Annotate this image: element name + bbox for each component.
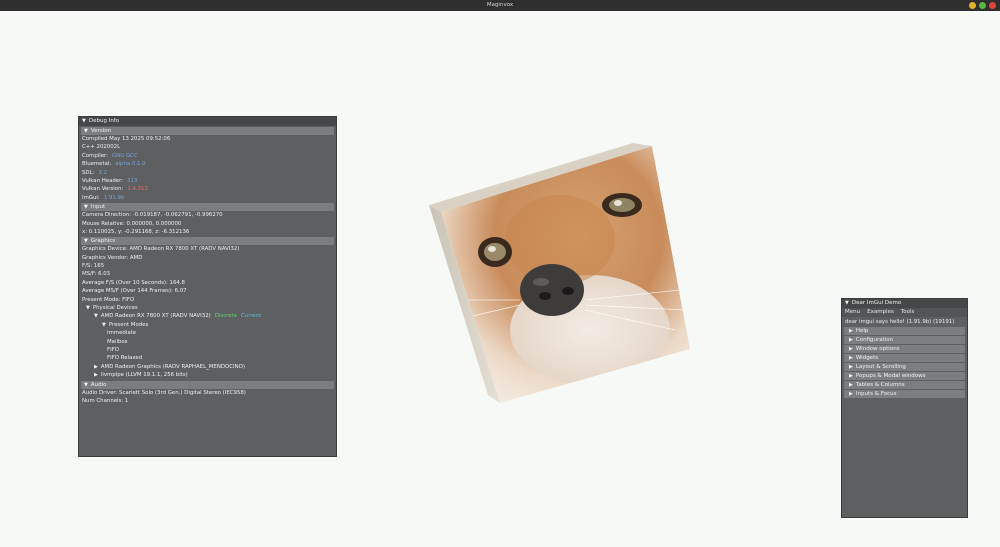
section-widgets[interactable]: ▶ Widgets xyxy=(844,354,965,363)
section-popups-modal[interactable]: ▶ Popups & Modal windows xyxy=(844,372,965,381)
compiled-text: Compiled May 13 2025 09:52:06 xyxy=(82,136,171,142)
present-mode-item: FIFO Relaxed xyxy=(107,355,143,362)
bluemetal-row: Bluemetal: alpha 0.1.0 xyxy=(82,161,146,168)
menu-item-examples[interactable]: Examples xyxy=(867,309,894,315)
expanded-triangle-icon: ▼ xyxy=(102,321,106,328)
collapse-triangle-icon[interactable]: ▼ xyxy=(82,118,86,124)
graphics-section-header[interactable]: ▼ Graphics xyxy=(81,237,334,246)
gpu-node-llvmpipe[interactable]: ▶ llvmpipe (LLVM 19.1.1, 256 bits) xyxy=(79,371,336,379)
average-msf-text: Average MS/F (Over 144 Frames): 6.07 xyxy=(82,288,187,295)
version-section-header[interactable]: ▼ Version xyxy=(81,127,334,135)
collapsed-triangle-icon: ▶ xyxy=(849,364,853,371)
gpu-node-raphael[interactable]: ▶ AMD Radeon Graphics (RADV RAPHAEL_MENDO… xyxy=(79,363,336,371)
collapsed-triangle-icon: ▶ xyxy=(849,346,853,353)
audio-section-header[interactable]: ▼ Audio xyxy=(81,380,334,389)
collapsed-triangle-icon: ▶ xyxy=(94,372,98,379)
present-mode-item: Immediate xyxy=(107,330,137,337)
sdl-row: SDL: 3.2 xyxy=(82,169,107,176)
discrete-badge: Discrete xyxy=(214,313,238,320)
section-window-options[interactable]: ▶ Window options xyxy=(844,345,965,354)
vulkan-header-row: Vulkan Header: 313 xyxy=(82,177,138,184)
num-channels-text: Num Channels: 1 xyxy=(82,397,129,404)
imgui-demo-titlebar[interactable]: ▼ Dear ImGui Demo xyxy=(842,299,967,308)
collapse-triangle-icon[interactable]: ▼ xyxy=(845,300,849,306)
imgui-demo-window[interactable]: ▼ Dear ImGui Demo Menu Examples Tools dear … xyxy=(841,298,968,518)
expanded-triangle-icon: ▼ xyxy=(86,305,90,312)
menu-item-menu[interactable]: Menu xyxy=(845,309,860,315)
section-layout-scrolling[interactable]: ▶ Layout & Scrolling xyxy=(844,363,965,372)
vulkan-version-row: Vulkan Version: 1.4.313 xyxy=(82,186,148,193)
compiler-row: Compiler: GNU GCC xyxy=(82,152,138,159)
imgui-version-row: ImGui: 1.91.9b xyxy=(82,194,125,201)
audio-driver-text: Audio Driver: Scarlett Solo (3rd Gen.) D… xyxy=(82,389,246,396)
expanded-triangle-icon: ▼ xyxy=(84,128,88,134)
present-modes-node[interactable]: ▼ Present Modes xyxy=(79,321,336,329)
collapsed-triangle-icon: ▶ xyxy=(849,355,853,362)
collapsed-triangle-icon: ▶ xyxy=(849,337,853,344)
expanded-triangle-icon: ▼ xyxy=(84,238,88,245)
collapsed-triangle-icon: ▶ xyxy=(849,373,853,380)
present-mode-item: FIFO xyxy=(107,346,120,353)
mouse-relative-text: Mouse Relative: 0.000000, 0.000000 xyxy=(82,220,182,227)
section-help[interactable]: ▶ Help xyxy=(844,327,965,336)
debug-info-titlebar[interactable]: ▼ Debug Info xyxy=(79,117,336,126)
collapsed-triangle-icon: ▶ xyxy=(849,328,853,335)
debug-info-window[interactable]: ▼ Debug Info ▼ Version Compiled May 13 202… xyxy=(78,116,337,457)
present-mode-text: Present Mode: FIFO xyxy=(82,296,135,303)
fox-texture xyxy=(441,146,690,403)
hello-text: dear imgui says hello! (1.91.9b) (19191) xyxy=(845,319,955,325)
section-inputs-focus[interactable]: ▶ Inputs & Focus xyxy=(844,390,965,399)
present-mode-item: Mailbox xyxy=(107,338,128,345)
physical-devices-node[interactable]: ▼ Physical Devices xyxy=(79,304,336,312)
expanded-triangle-icon: ▼ xyxy=(84,204,88,211)
collapsed-triangle-icon: ▶ xyxy=(849,391,853,398)
collapsed-triangle-icon: ▶ xyxy=(94,363,98,370)
expanded-triangle-icon: ▼ xyxy=(84,381,88,388)
position-text: x: 0.110025, y: -0.291168, z: -6.312136 xyxy=(82,228,190,235)
menu-item-tools[interactable]: Tools xyxy=(901,309,915,315)
demo-menubar: Menu Examples Tools xyxy=(842,308,967,317)
section-tables-columns[interactable]: ▶ Tables & Columns xyxy=(844,381,965,390)
collapsed-triangle-icon: ▶ xyxy=(849,382,853,389)
cpp-version-text: C++ 202002L xyxy=(82,144,121,151)
graphics-vendor-text: Graphics Vendor: AMD xyxy=(82,254,143,261)
gpu-node-rx7800[interactable]: ▼ AMD Radeon RX 7800 XT (RADV NAVI32) Disc… xyxy=(79,312,336,320)
input-section-header[interactable]: ▼ Input xyxy=(81,203,334,212)
expanded-triangle-icon: ▼ xyxy=(94,313,98,320)
current-badge: Current xyxy=(241,313,262,320)
camera-direction-text: Camera Direction: -0.019187, -0.062791, … xyxy=(82,212,223,219)
graphics-device-text: Graphics Device: AMD Radeon RX 7800 XT (… xyxy=(82,246,240,253)
average-fps-text: Average F/S (Over 10 Seconds): 164.8 xyxy=(82,279,185,286)
section-configuration[interactable]: ▶ Configuration xyxy=(844,336,965,345)
fps-text: F/S: 165 xyxy=(82,263,105,270)
msf-text: MS/F: 6.03 xyxy=(82,271,111,278)
